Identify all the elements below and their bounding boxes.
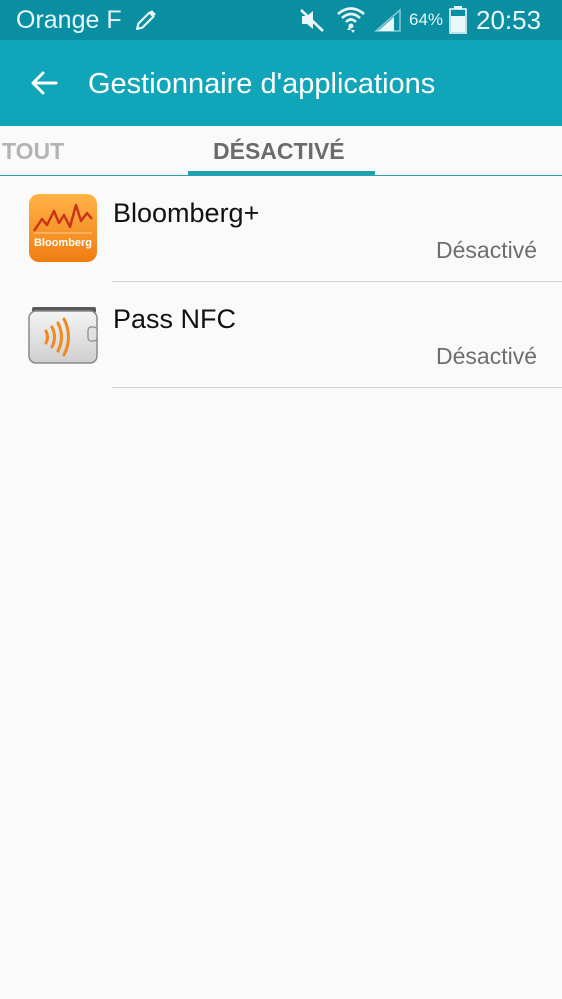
nfc-wallet-icon bbox=[28, 307, 98, 364]
tab-disabled[interactable]: DÉSACTIVÉ bbox=[213, 136, 345, 166]
clock: 20:53 bbox=[476, 5, 542, 35]
list-item-bloomberg[interactable]: Bloomberg Bloomberg+ Désactivé bbox=[0, 176, 562, 282]
back-button[interactable] bbox=[20, 61, 68, 105]
app-status: Désactivé bbox=[436, 343, 537, 369]
bloomberg-app-icon: Bloomberg bbox=[29, 194, 97, 262]
divider bbox=[112, 387, 562, 388]
signal-icon bbox=[374, 8, 401, 32]
page-title: Gestionnaire d'applications bbox=[88, 68, 436, 100]
app-name: Pass NFC bbox=[113, 304, 237, 334]
bloomberg-icon-label: Bloomberg bbox=[34, 237, 92, 249]
mute-icon bbox=[300, 9, 324, 32]
battery-percent: 64% bbox=[409, 10, 444, 29]
list-item-pass-nfc[interactable]: Pass NFC Désactivé bbox=[0, 282, 562, 388]
tab-all[interactable]: TOUT bbox=[2, 136, 64, 166]
app-list: Bloomberg Bloomberg+ Désactivé Pass NFC … bbox=[0, 176, 562, 388]
arrow-left-icon bbox=[31, 71, 58, 95]
status-bar: Orange F 64% 20:53 bbox=[0, 0, 562, 40]
tab-bar: TOUT DÉSACTIVÉ bbox=[0, 126, 562, 176]
tab-indicator bbox=[188, 171, 375, 175]
wifi-icon bbox=[337, 7, 365, 33]
pencil-icon bbox=[135, 10, 156, 31]
battery-icon bbox=[449, 6, 467, 34]
app-status: Désactivé bbox=[436, 237, 537, 263]
carrier-name: Orange F bbox=[16, 6, 122, 34]
app-name: Bloomberg+ bbox=[113, 198, 260, 228]
app-bar: Gestionnaire d'applications bbox=[0, 40, 562, 126]
